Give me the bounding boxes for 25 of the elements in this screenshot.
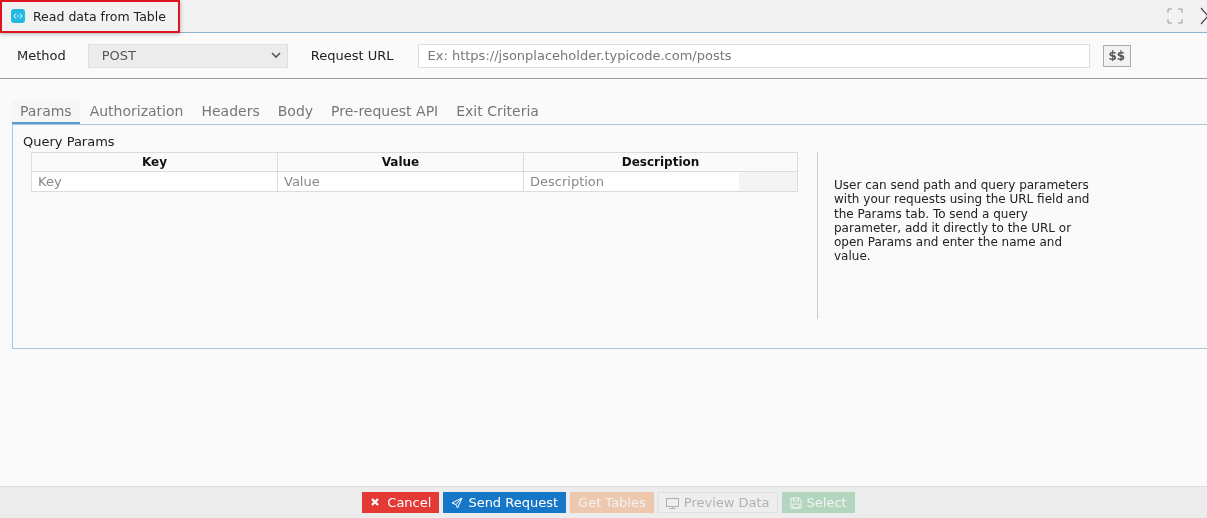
monitor-icon (665, 496, 679, 509)
tab[interactable]: Authorization (81, 101, 192, 124)
caret-icon (270, 52, 281, 59)
table-input-field[interactable]: Description (524, 172, 797, 191)
code-icon (11, 9, 25, 23)
tab[interactable]: Params (12, 101, 80, 124)
tab[interactable]: Headers (193, 101, 268, 124)
tab[interactable]: Exit Criteria (448, 101, 547, 124)
table-input-field[interactable]: Value (278, 172, 524, 191)
tab[interactable]: Body (269, 101, 322, 124)
help-text: User can send path and query parameters with your requests using the URL field and the Params tab. To send a query parameter, add it directly to the URL or open Params and enter the name and value. (834, 178, 1091, 264)
url-field[interactable]: Ex: https://jsonplaceholder.typicode.com/posts (417, 43, 1090, 68)
cancel-button[interactable]: Cancel (362, 492, 440, 513)
tab[interactable]: Pre-request API (323, 101, 447, 124)
request-url-label: Request URL (310, 48, 394, 63)
title-field[interactable]: Read data from Table (0, 0, 180, 33)
paper-plane-icon (451, 496, 464, 509)
table-input-field[interactable]: Key (32, 172, 278, 191)
variables-button[interactable]: $$ (1102, 44, 1132, 67)
send-button[interactable]: Send Request (443, 492, 567, 513)
chevron-right-icon[interactable] (1200, 7, 1207, 25)
method-label: Method (17, 48, 66, 63)
method-dropdown[interactable]: POST (87, 43, 288, 68)
title-input[interactable]: Read data from Table (33, 8, 179, 24)
section-title: Query Params (23, 134, 115, 149)
